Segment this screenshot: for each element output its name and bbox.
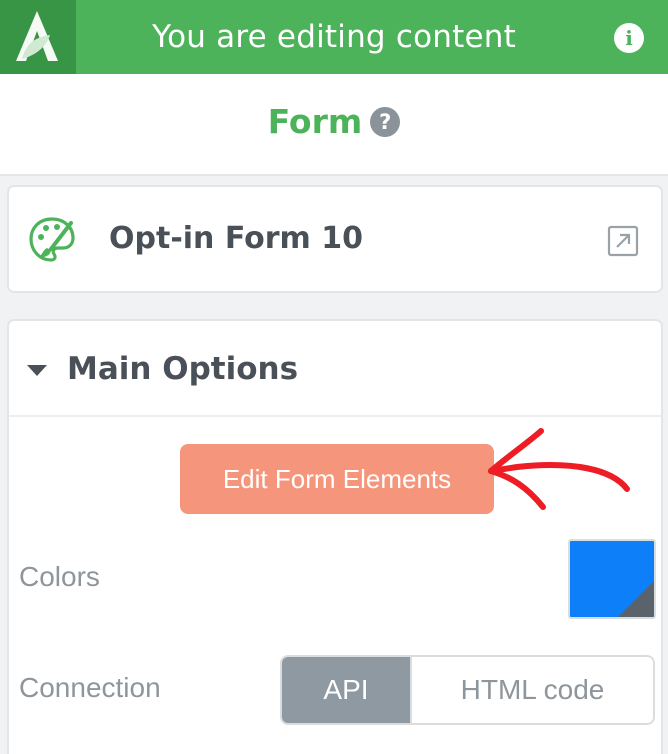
section-title: Main Options xyxy=(67,351,299,387)
leaf-logo-icon xyxy=(16,11,58,61)
color-picker-swatch[interactable] xyxy=(568,539,656,619)
connection-option-api[interactable]: API xyxy=(282,657,410,723)
page-title-text: Form xyxy=(267,102,363,141)
app-logo[interactable] xyxy=(0,0,76,74)
swatch-corner-indicator xyxy=(618,581,654,617)
caret-down-icon[interactable] xyxy=(27,365,47,376)
panel-header: Form? xyxy=(0,74,668,176)
connection-label: Connection xyxy=(19,672,161,703)
top-bar: You are editing content i xyxy=(0,0,668,74)
page-title: Form? xyxy=(0,102,668,141)
connection-option-html-code[interactable]: HTML code xyxy=(410,657,653,723)
main-options-panel: Main Options Edit Form Elements Colors C… xyxy=(7,319,663,754)
form-name: Opt-in Form 10 xyxy=(109,221,363,256)
edit-form-elements-button[interactable]: Edit Form Elements xyxy=(180,444,494,514)
question-mark-icon[interactable]: ? xyxy=(370,106,401,137)
main-options-header[interactable]: Main Options xyxy=(9,321,661,417)
form-template-card: Opt-in Form 10 xyxy=(7,185,663,293)
editing-banner-title: You are editing content xyxy=(152,19,516,55)
palette-icon xyxy=(29,217,75,262)
external-link-icon[interactable] xyxy=(607,225,639,257)
annotation-arrow-icon xyxy=(488,428,630,510)
connection-toggle: API HTML code xyxy=(280,655,655,725)
colors-label: Colors xyxy=(19,561,100,592)
info-icon[interactable]: i xyxy=(614,23,644,53)
